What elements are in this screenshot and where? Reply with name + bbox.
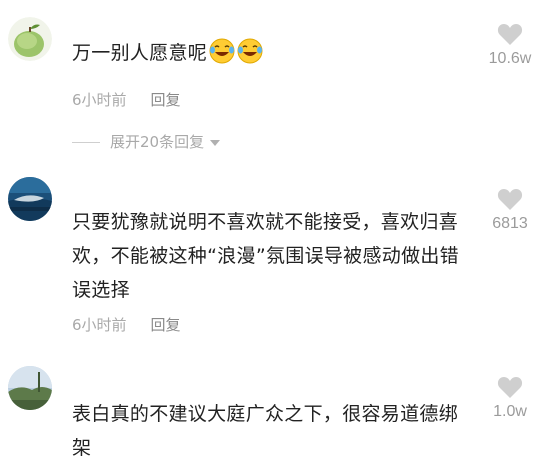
like-button[interactable]: 1.0w (480, 375, 540, 421)
comment-time: 6小时前 (72, 91, 127, 109)
comment-meta: 6小时前 回复 (72, 89, 181, 111)
like-count: 10.6w (488, 50, 532, 67)
heart-icon (497, 189, 523, 210)
heart-icon (497, 24, 523, 45)
expand-replies-button[interactable]: 展开20条回复 (72, 131, 221, 153)
ocean-avatar-icon (8, 177, 52, 221)
comment-meta: 6小时前 回复 (72, 314, 181, 336)
comment-text: 只要犹豫就说明不喜欢就不能接受，喜欢归喜欢，不能被这种“浪漫”氛围误导被感动做出… (72, 211, 459, 301)
comment-text-content: 万一别人愿意呢 (72, 42, 208, 64)
avatar[interactable] (8, 177, 52, 221)
expand-replies-label: 展开20条回复 (110, 133, 205, 151)
divider-line (72, 142, 100, 143)
tears-of-joy-emoji-icon (209, 38, 235, 64)
like-count: 6813 (492, 215, 528, 232)
reply-button[interactable]: 回复 (151, 316, 181, 334)
landscape-avatar-icon (8, 366, 52, 410)
like-button[interactable]: 6813 (480, 187, 540, 233)
pomelo-avatar-icon (8, 17, 52, 61)
like-count: 1.0w (493, 403, 527, 420)
reply-button[interactable]: 回复 (151, 91, 181, 109)
heart-icon (497, 377, 523, 398)
comment-time: 6小时前 (72, 316, 127, 334)
avatar[interactable] (8, 17, 52, 61)
comment-text: 万一别人愿意呢 (72, 36, 470, 70)
avatar[interactable] (8, 366, 52, 410)
comment-text: 表白真的不建议大庭广众之下，很容易道德绑架 (72, 403, 459, 459)
tears-of-joy-emoji-icon (237, 38, 263, 64)
like-button[interactable]: 10.6w (480, 22, 540, 68)
triangle-down-icon (210, 139, 221, 146)
